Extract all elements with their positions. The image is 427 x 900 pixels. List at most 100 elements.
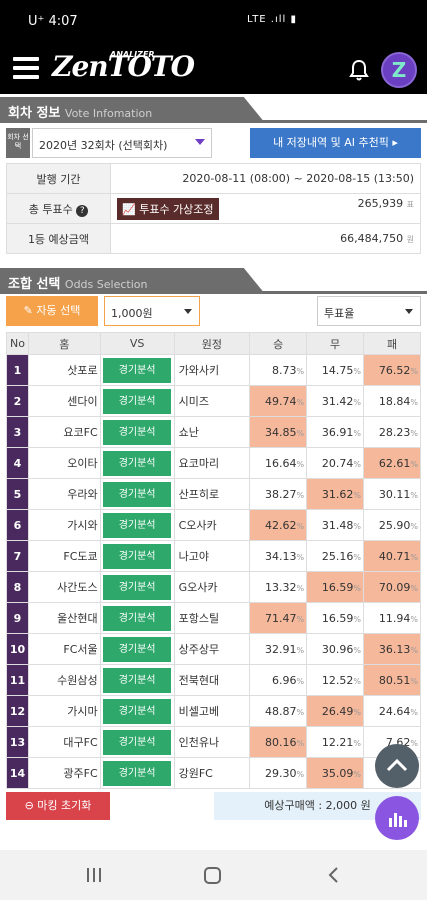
win-percent[interactable]: 13.32% — [249, 571, 308, 603]
home-team: 오이타 — [27, 447, 101, 479]
draw-percent[interactable]: 12.52% — [306, 664, 365, 696]
home-icon[interactable] — [204, 867, 221, 884]
match-analysis-button[interactable]: 경기분석 — [103, 574, 172, 600]
draw-percent[interactable]: 12.21% — [306, 726, 365, 758]
lose-percent[interactable]: 28.23% — [363, 416, 421, 448]
history-button[interactable]: 내 저장내역 및 AI 추천픽 ▸ — [250, 128, 421, 158]
amount-select[interactable]: 1,000원 — [104, 296, 200, 326]
home-team: FC서울 — [27, 633, 101, 665]
reset-marking-button[interactable]: ⊖ 마킹 초기화 — [6, 792, 110, 820]
draw-percent[interactable]: 35.09% — [306, 757, 365, 789]
lose-percent[interactable]: 40.71% — [363, 540, 421, 572]
match-no: 4 — [6, 447, 29, 479]
match-no: 9 — [6, 602, 29, 634]
lose-percent[interactable]: 70.09% — [363, 571, 421, 603]
match-analysis-button[interactable]: 경기분석 — [103, 450, 172, 476]
win-percent[interactable]: 8.73% — [249, 354, 308, 386]
round-select-value: 2020년 32회차 (선택회차) — [39, 139, 168, 152]
table-row: 14 광주FC 경기분석 강원FC 29.30% 35.09% — [6, 757, 421, 789]
adjust-votes-button[interactable]: 📈 투표수 가상조정 — [117, 198, 219, 220]
win-percent[interactable]: 34.13% — [249, 540, 308, 572]
lose-percent[interactable]: 11.94% — [363, 602, 421, 634]
lose-percent[interactable]: 24.64% — [363, 695, 421, 727]
draw-percent[interactable]: 16.59% — [306, 602, 365, 634]
match-analysis-button[interactable]: 경기분석 — [103, 667, 172, 693]
win-percent[interactable]: 48.87% — [249, 695, 308, 727]
win-percent[interactable]: 71.47% — [249, 602, 308, 634]
round-select[interactable]: 2020년 32회차 (선택회차) — [32, 128, 212, 158]
auto-select-button[interactable]: ✎ 자동 선택 — [6, 296, 98, 326]
match-analysis-button[interactable]: 경기분석 — [103, 419, 172, 445]
lose-percent[interactable]: 36.13% — [363, 633, 421, 665]
match-analysis-button[interactable]: 경기분석 — [103, 760, 172, 786]
col-header-no: No — [6, 332, 29, 355]
system-nav-bar — [0, 850, 427, 900]
away-team: 나고야 — [173, 540, 251, 572]
win-percent[interactable]: 49.74% — [249, 385, 308, 417]
match-analysis-button[interactable]: 경기분석 — [103, 543, 172, 569]
home-team: 대구FC — [27, 726, 101, 758]
match-analysis-button[interactable]: 경기분석 — [103, 605, 172, 631]
match-analysis-button[interactable]: 경기분석 — [103, 388, 172, 414]
match-analysis-button[interactable]: 경기분석 — [103, 636, 172, 662]
match-no: 6 — [6, 509, 29, 541]
win-percent[interactable]: 32.91% — [249, 633, 308, 665]
match-analysis-button[interactable]: 경기분석 — [103, 357, 172, 383]
win-percent[interactable]: 34.85% — [249, 416, 308, 448]
recent-apps-icon[interactable] — [87, 868, 101, 882]
draw-percent[interactable]: 25.16% — [306, 540, 365, 572]
draw-percent[interactable]: 16.59% — [306, 571, 365, 603]
table-row: 7 FC도쿄 경기분석 나고야 34.13% 25.16% 40.71% — [6, 540, 421, 572]
menu-icon[interactable] — [13, 57, 39, 79]
scroll-top-button[interactable] — [375, 744, 419, 788]
app-logo-sub: ANALIZER — [110, 50, 155, 59]
draw-percent[interactable]: 26.49% — [306, 695, 365, 727]
lose-percent[interactable]: 25.90% — [363, 509, 421, 541]
match-analysis-button[interactable]: 경기분석 — [103, 729, 172, 755]
vs-cell: 경기분석 — [99, 757, 175, 789]
win-percent[interactable]: 38.27% — [249, 478, 308, 510]
match-no: 2 — [6, 385, 29, 417]
draw-percent[interactable]: 36.91% — [306, 416, 365, 448]
first-prize-label: 1등 예상금액 — [6, 223, 111, 254]
avatar[interactable]: Z — [381, 52, 417, 88]
vs-cell: 경기분석 — [99, 447, 175, 479]
win-percent[interactable]: 16.64% — [249, 447, 308, 479]
chevron-down-icon — [195, 139, 205, 145]
sort-select[interactable]: 투표율 — [317, 296, 421, 326]
match-no: 10 — [6, 633, 29, 665]
draw-percent[interactable]: 31.48% — [306, 509, 365, 541]
match-analysis-button[interactable]: 경기분석 — [103, 698, 172, 724]
draw-percent[interactable]: 14.75% — [306, 354, 365, 386]
match-no: 8 — [6, 571, 29, 603]
match-analysis-button[interactable]: 경기분석 — [103, 512, 172, 538]
lose-percent[interactable]: 76.52% — [363, 354, 421, 386]
draw-percent[interactable]: 30.96% — [306, 633, 365, 665]
draw-percent[interactable]: 31.62% — [306, 478, 365, 510]
draw-percent[interactable]: 31.42% — [306, 385, 365, 417]
bell-icon[interactable] — [347, 58, 371, 82]
win-percent[interactable]: 80.16% — [249, 726, 308, 758]
total-votes-value: 265,939 — [357, 197, 404, 210]
match-analysis-button[interactable]: 경기분석 — [103, 481, 172, 507]
home-team: 우라와 — [27, 478, 101, 510]
stats-button[interactable] — [375, 796, 419, 840]
odds-controls: ✎ 자동 선택 1,000원 투표율 — [6, 296, 421, 326]
vs-cell: 경기분석 — [99, 695, 175, 727]
win-percent[interactable]: 6.96% — [249, 664, 308, 696]
vote-info-table: 발행 기간 2020-08-11 (08:00) ~ 2020-08-15 (1… — [6, 163, 421, 254]
total-votes-unit: 표 — [406, 200, 414, 209]
lose-percent[interactable]: 30.11% — [363, 478, 421, 510]
lose-percent[interactable]: 18.84% — [363, 385, 421, 417]
draw-percent[interactable]: 20.74% — [306, 447, 365, 479]
home-team: 요코FC — [27, 416, 101, 448]
back-icon[interactable] — [328, 867, 338, 883]
first-prize-value: 66,484,750 — [340, 232, 404, 245]
round-selection-row: 회차 선택 2020년 32회차 (선택회차) 내 저장내역 및 AI 추천픽 … — [6, 128, 421, 158]
lose-percent[interactable]: 80.51% — [363, 664, 421, 696]
lose-percent[interactable]: 62.61% — [363, 447, 421, 479]
win-percent[interactable]: 29.30% — [249, 757, 308, 789]
win-percent[interactable]: 42.62% — [249, 509, 308, 541]
help-icon[interactable]: ? — [76, 204, 89, 217]
table-row: 5 우라와 경기분석 산프히로 38.27% 31.62% 30.11% — [6, 478, 421, 510]
